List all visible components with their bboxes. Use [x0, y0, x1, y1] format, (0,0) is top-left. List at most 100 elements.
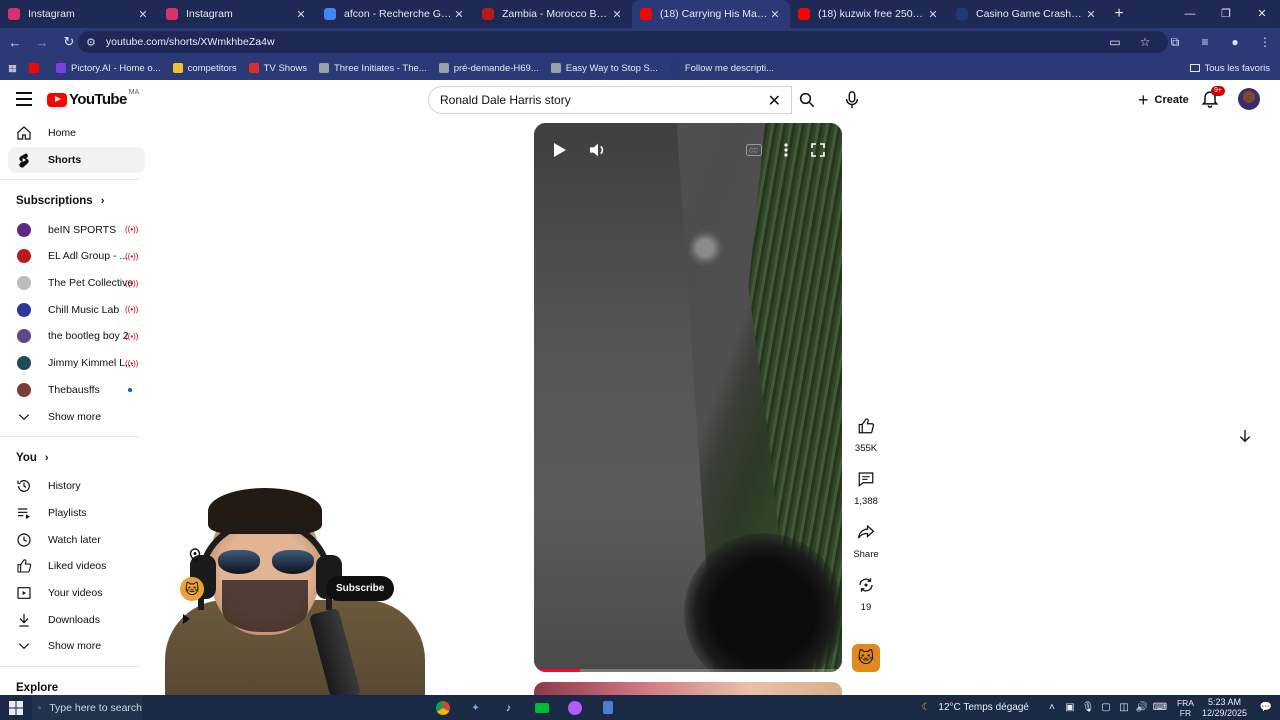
bookmark-item[interactable]: competitors	[172, 63, 237, 74]
tiktok-app-icon[interactable]: ♪	[492, 695, 525, 720]
play-button[interactable]	[548, 138, 572, 162]
subscription-item[interactable]: Chill Music Lab ((•))	[0, 296, 155, 323]
subscription-item[interactable]: beIN SPORTS ((•))	[0, 216, 155, 243]
browser-tab[interactable]: (18) Carrying His Majesty 😾✕	[632, 0, 790, 28]
windows-start-icon[interactable]	[0, 700, 32, 715]
youtube-logo[interactable]: YouTube MA	[47, 89, 139, 108]
mic-tray-icon[interactable]: 🎙	[1080, 702, 1096, 713]
media-icon[interactable]: ≡	[1190, 35, 1220, 49]
taskbar-search[interactable]: Type here to search	[32, 695, 142, 720]
sidebar-item-downloads[interactable]: Downloads	[0, 606, 155, 633]
next-short-button[interactable]	[1232, 423, 1258, 449]
close-tab-icon[interactable]: ✕	[136, 8, 150, 21]
app-tray-icon[interactable]: ▣	[1062, 702, 1078, 713]
menu-hamburger-icon[interactable]	[16, 92, 32, 106]
address-bar[interactable]: ⚙ youtube.com/shorts/XWmkhbeZa4w	[78, 31, 1168, 53]
maximize-button[interactable]: ❐	[1208, 0, 1244, 28]
channel-thumbnail[interactable]: 🐱	[852, 644, 880, 672]
subscriptions-heading[interactable]: Subscriptions ›	[0, 186, 155, 216]
davinci-app-icon[interactable]: ✦	[459, 695, 492, 720]
close-window-button[interactable]: ✕	[1244, 0, 1280, 28]
weather-widget[interactable]: ☾ 12°C Temps dégagé	[921, 702, 1029, 713]
sidebar-item-history[interactable]: History	[0, 473, 155, 500]
browser-tab[interactable]: Zambia - Morocco Betting - 28✕	[474, 0, 632, 28]
bookmark-item[interactable]: TV Shows	[248, 63, 307, 74]
voice-search-button[interactable]	[838, 86, 866, 114]
minimize-button[interactable]: —	[1172, 0, 1208, 28]
close-tab-icon[interactable]: ✕	[610, 8, 624, 21]
clock[interactable]: 5:23 AM 12/29/2025	[1202, 697, 1247, 719]
captions-button[interactable]: CC	[742, 138, 766, 162]
extensions-icon[interactable]: ⧉	[1160, 35, 1190, 50]
fullscreen-button[interactable]	[806, 138, 830, 162]
calculator-app-icon[interactable]	[591, 695, 624, 720]
discord-app-icon[interactable]	[558, 695, 591, 720]
subscription-item[interactable]: Thebausffs	[0, 377, 155, 404]
apps-icon[interactable]: ▦	[8, 63, 17, 74]
subscription-item[interactable]: the bootleg boy 2 ((•))	[0, 323, 155, 350]
volume-tray-icon[interactable]: 🔊	[1134, 702, 1150, 713]
like-button[interactable]: 355K	[848, 411, 884, 454]
bookmark-item[interactable]: Three Initiates - The...	[318, 63, 427, 74]
display-tray-icon[interactable]: ▢	[1098, 702, 1114, 713]
sidebar-item-your-videos[interactable]: Your videos	[0, 580, 155, 607]
subscription-item[interactable]: Jimmy Kimmel L... ((•))	[0, 350, 155, 377]
menu-icon[interactable]: ⋮	[1250, 35, 1280, 49]
show-more-subscriptions[interactable]: Show more	[0, 403, 155, 430]
bookmark-item[interactable]: Easy Way to Stop S...	[550, 63, 658, 74]
sidebar-item-liked-videos[interactable]: Liked videos	[0, 553, 155, 580]
close-tab-icon[interactable]: ✕	[926, 8, 940, 21]
forward-icon[interactable]: →	[30, 30, 54, 54]
language-indicator[interactable]: FRA FR	[1177, 698, 1194, 718]
remix-button[interactable]: 19	[848, 570, 884, 613]
close-tab-icon[interactable]: ✕	[294, 8, 308, 21]
browser-tab[interactable]: (18) kuzwix free 2500 dollars w✕	[790, 0, 948, 28]
volume-button[interactable]	[586, 138, 610, 162]
show-more-you[interactable]: Show more	[0, 633, 155, 660]
video-progress-bar[interactable]	[534, 669, 842, 672]
bookmark-item[interactable]: Pictory.AI - Home o...	[55, 63, 161, 74]
explore-heading[interactable]: Explore	[0, 673, 155, 695]
browser-tab[interactable]: afcon - Recherche Google✕	[316, 0, 474, 28]
shorts-video-player[interactable]: CC	[534, 123, 842, 672]
bookmark-item[interactable]: Follow me descripti...	[669, 63, 774, 74]
clear-search-icon[interactable]: ✕	[768, 91, 781, 111]
cast-icon[interactable]: ▭	[1100, 35, 1130, 49]
youtube-bookmark-icon[interactable]	[28, 63, 44, 73]
you-heading[interactable]: You ›	[0, 443, 155, 473]
notification-center-icon[interactable]: 💬	[1258, 702, 1274, 713]
create-button[interactable]: + Create	[1128, 86, 1199, 114]
search-button[interactable]	[792, 86, 822, 114]
new-tab-button[interactable]: +	[1106, 0, 1132, 28]
subscription-item[interactable]: EL Adl Group - ... ((•))	[0, 243, 155, 270]
subscription-item[interactable]: The Pet Collective ((•))	[0, 270, 155, 297]
next-short-preview[interactable]	[534, 682, 842, 695]
search-input[interactable]: Ronald Dale Harris story ✕	[428, 86, 792, 114]
comments-button[interactable]: 1,388	[848, 464, 884, 507]
terminal-app-icon[interactable]	[525, 695, 558, 720]
sidebar-item-shorts[interactable]: Shorts	[8, 146, 145, 174]
close-tab-icon[interactable]: ✕	[452, 8, 466, 21]
browser-tab[interactable]: Instagram ✕	[0, 0, 158, 28]
avatar[interactable]	[1238, 88, 1260, 110]
site-info-icon[interactable]: ⚙	[86, 36, 96, 49]
browser-tab[interactable]: Instagram ✕	[158, 0, 316, 28]
subscribe-button[interactable]: Subscribe	[326, 576, 395, 601]
bookmark-star-icon[interactable]: ☆	[1130, 35, 1160, 49]
back-icon[interactable]: ←	[3, 30, 27, 54]
close-tab-icon[interactable]: ✕	[1084, 8, 1098, 21]
sidebar-item-watch-later[interactable]: Watch later	[0, 526, 155, 553]
all-bookmarks[interactable]: Tous les favoris	[1189, 56, 1270, 80]
sidebar-item-playlists[interactable]: Playlists	[0, 500, 155, 527]
network-icon[interactable]: ◫	[1116, 702, 1132, 713]
more-options-button[interactable]	[774, 138, 798, 162]
chrome-app-icon[interactable]	[426, 695, 459, 720]
close-tab-icon[interactable]: ✕	[768, 8, 782, 21]
notifications-button[interactable]: 9+	[1200, 86, 1225, 112]
chevron-up-icon[interactable]: ˄	[1044, 702, 1060, 713]
share-button[interactable]: Share	[848, 517, 884, 560]
sidebar-item-home[interactable]: Home	[0, 120, 155, 147]
bookmark-item[interactable]: pré-demande-H69...	[438, 63, 539, 74]
keyboard-icon[interactable]: ⌨	[1152, 702, 1168, 713]
browser-tab[interactable]: Casino Game Crash Explained✕	[948, 0, 1106, 28]
